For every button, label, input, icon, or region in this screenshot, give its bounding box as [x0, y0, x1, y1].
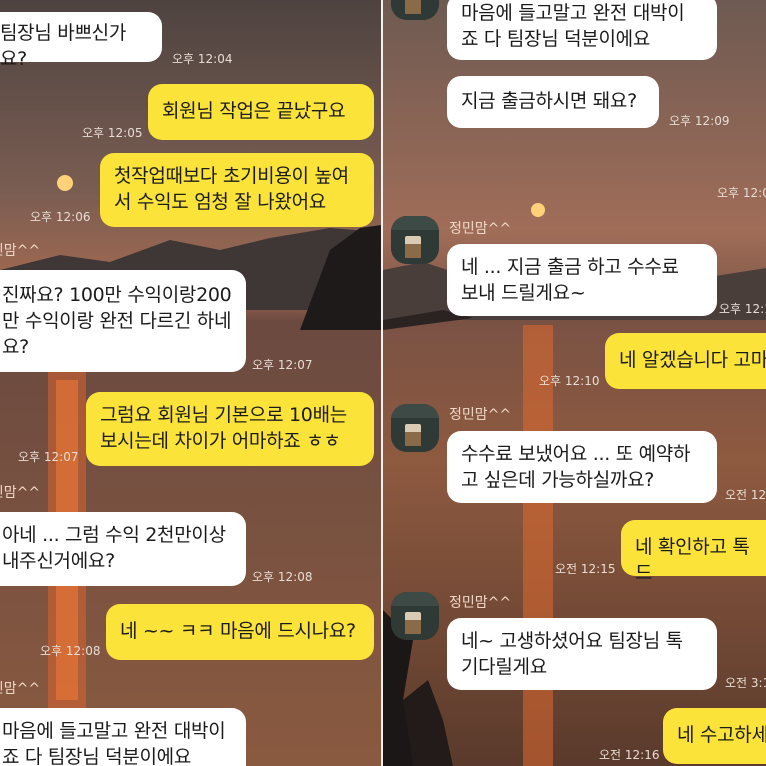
message-time: 오후 12:07	[252, 358, 313, 372]
message-bubble: 회원님 작업은 끝났구요	[148, 84, 374, 140]
message-bubble: 네 수고하세	[663, 708, 766, 764]
avatar[interactable]	[391, 404, 439, 452]
message-time: 오전 12:15	[725, 488, 766, 502]
sender-name: 정민맘^^	[0, 485, 41, 501]
message-bubble: 지금 출금하시면 돼요?	[447, 76, 659, 128]
message-time: 오후 12:09	[669, 114, 730, 128]
sender-name: 정민맘^^	[0, 243, 41, 259]
message-bubble: 팀장님 바쁘신가요?	[0, 12, 162, 70]
message-bubble: 진짜요? 100만 수익이랑200 만 수익이랑 완전 다르긴 하네 요?	[0, 270, 246, 372]
message-time: 오후 12:08	[252, 570, 313, 584]
avatar[interactable]	[391, 0, 439, 20]
chat-screenshot-right: 마음에 들고말고 완전 대박이 죠 다 팀장님 덕분이에요 지금 출금하시면 돼…	[383, 0, 766, 766]
message-time: 오후 12:08	[40, 644, 101, 658]
message-time: 오전 12:15	[555, 562, 616, 576]
chat-screenshot-left: 팀장님 바쁘신가요? 오후 12:04 회원님 작업은 끝났구요 오후 12:0…	[0, 0, 381, 766]
message-time: 오전 12:16	[599, 748, 660, 762]
message-bubble: 마음에 들고말고 완전 대박이 죠 다 팀장님 덕분이에요	[447, 0, 717, 60]
profile-photo-icon	[391, 216, 439, 264]
sender-name: 정민맘^^	[449, 407, 512, 423]
message-bubble: 그럼요 회원님 기본으로 10배는 보시는데 차이가 어마하죠 ㅎㅎ	[86, 392, 374, 466]
message-time: 오후 12:07	[18, 450, 79, 464]
sender-name: 정민맘^^	[0, 681, 41, 697]
avatar[interactable]	[391, 592, 439, 640]
message-bubble: 마음에 들고말고 완전 대박이 죠 다 팀장님 덕분이에요	[0, 708, 246, 766]
profile-photo-icon	[391, 0, 439, 20]
message-bubble: 네 ... 지금 출금 하고 수수료 보내 드릴게요~	[447, 244, 717, 316]
avatar[interactable]	[391, 216, 439, 264]
profile-photo-icon	[391, 404, 439, 452]
message-bubble: 수수료 보냈어요 ... 또 예약하 고 싶은데 가능하실까요?	[447, 431, 717, 503]
message-time: 오후 12:10	[539, 374, 600, 388]
message-bubble: 아네 ... 그럼 수익 2천만이상 내주신거에요?	[0, 512, 246, 586]
message-bubble: 네 확인하고 톡 드	[621, 520, 766, 584]
message-time: 오후 12:09	[717, 186, 766, 200]
message-time: 오후 12:10	[719, 302, 766, 316]
message-bubble: 네~ 고생하셨어요 팀장님 톡 기다릴게요	[447, 618, 717, 690]
message-bubble: 네 알겠습니다 고마	[605, 333, 766, 389]
profile-photo-icon	[391, 592, 439, 640]
message-bubble: 첫작업때보다 초기비용이 높여 서 수익도 엄청 잘 나왔어요	[100, 153, 374, 227]
message-time: 오전 3:1	[725, 676, 766, 690]
message-time: 오후 12:05	[82, 126, 143, 140]
message-bubble: 네 ~~ ㅋㅋ 마음에 드시나요?	[106, 604, 374, 660]
sender-name: 정민맘^^	[449, 595, 512, 611]
sender-name: 정민맘^^	[449, 221, 512, 237]
message-time: 오후 12:06	[30, 210, 91, 224]
message-time: 오후 12:04	[172, 52, 233, 66]
